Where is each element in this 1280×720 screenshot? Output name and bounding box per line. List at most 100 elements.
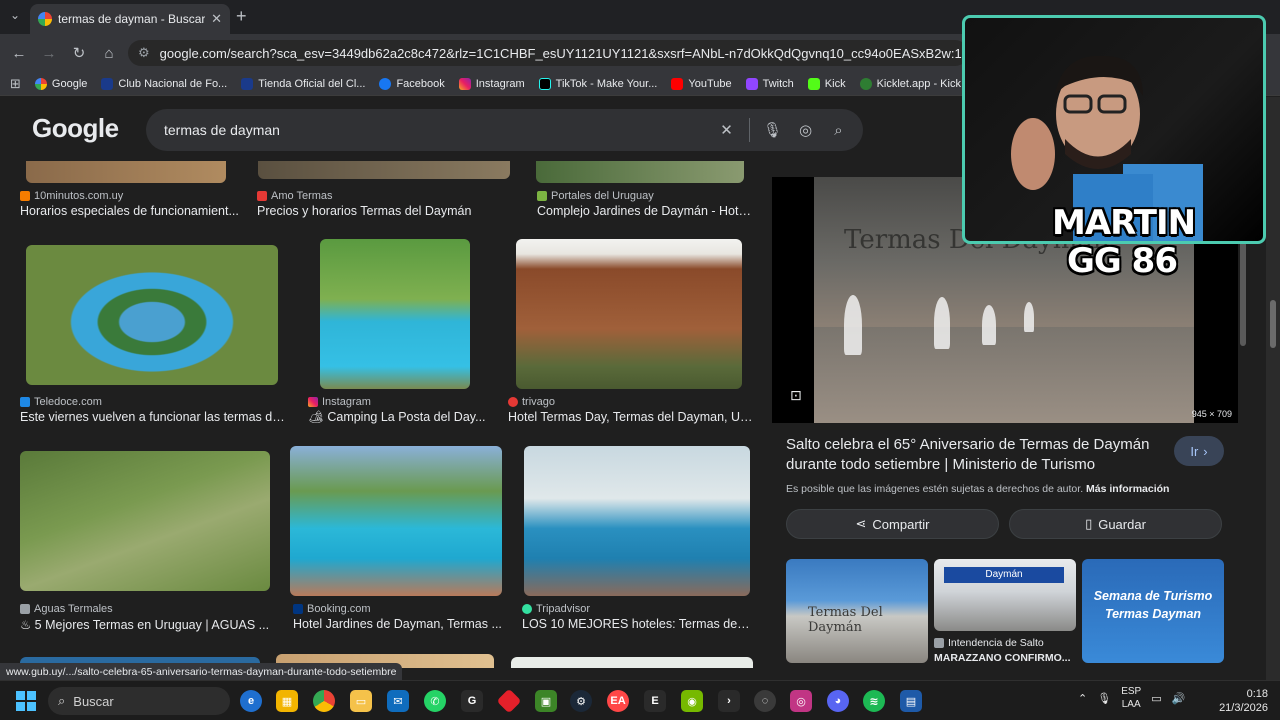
camera-app-icon[interactable]: ◎ — [790, 690, 812, 712]
bookmark-tiktok[interactable]: TikTok - Make Your... — [538, 77, 657, 90]
related-source: Intendencia de Salto — [934, 637, 1044, 649]
display-icon[interactable]: ▭ — [1151, 692, 1161, 705]
edge-icon[interactable]: e — [240, 690, 262, 712]
related-image[interactable]: Daymán — [934, 559, 1076, 631]
discord-icon[interactable]: ◕ — [827, 690, 849, 712]
result-caption[interactable]: Hotel Termas Day, Termas del Dayman, Ur.… — [508, 410, 753, 424]
fountain-jet — [982, 305, 996, 345]
file-explorer-icon[interactable]: ▭ — [350, 690, 372, 712]
search-box[interactable]: termas de dayman ✕ 🎙 ◎ ⌕ — [146, 109, 863, 151]
result-source: Aguas Termales — [20, 603, 113, 615]
reload-icon[interactable]: ↻ — [64, 44, 94, 62]
address-bar[interactable]: ⚙ google.com/search?sca_esv=3449db62a2c8… — [128, 40, 968, 66]
nvidia-icon[interactable]: ◉ — [681, 690, 703, 712]
result-caption[interactable]: LOS 10 MEJORES hoteles: Termas del ... — [522, 617, 752, 631]
bookmark-facebook[interactable]: Facebook — [379, 77, 445, 90]
tab-search-icon[interactable]: ⌄ — [10, 8, 20, 22]
new-tab-icon[interactable]: + — [236, 6, 247, 27]
chrome-icon[interactable] — [313, 690, 335, 712]
image-dimensions: 945 × 709 — [1191, 409, 1232, 419]
chevron-up-icon[interactable]: ⌃ — [1078, 692, 1087, 705]
taskbar-search[interactable]: ⌕ Buscar — [48, 687, 230, 715]
back-icon[interactable]: ← — [4, 45, 34, 62]
lens-search-icon[interactable]: ⊡ — [790, 387, 802, 404]
result-image-hotel[interactable] — [516, 239, 742, 389]
result-caption[interactable]: Complejo Jardines de Daymán - Hote... — [537, 204, 752, 218]
terminal-icon[interactable]: › — [718, 690, 740, 712]
result-image[interactable] — [511, 657, 753, 668]
bookmark-tienda-oficial[interactable]: Tienda Oficial del Cl... — [241, 77, 365, 90]
search-icon[interactable]: ⌕ — [822, 122, 855, 139]
bookmark-kick[interactable]: Kick — [807, 77, 846, 90]
panel-scrollbar[interactable] — [1240, 240, 1246, 346]
outlook-icon[interactable]: ✉ — [387, 690, 409, 712]
source-favicon-icon — [537, 191, 547, 201]
minecraft-icon[interactable]: ▣ — [535, 690, 557, 712]
result-caption[interactable]: Hotel Jardines de Dayman, Termas ... — [293, 617, 503, 631]
result-image[interactable] — [536, 161, 744, 183]
result-source: Tripadvisor — [522, 603, 590, 615]
chevron-right-icon: › — [1203, 443, 1208, 459]
stone-wall — [814, 327, 1194, 423]
page-scrollbar[interactable] — [1266, 97, 1280, 680]
lens-icon[interactable]: ◎ — [789, 121, 822, 139]
whatsapp-icon[interactable]: ✆ — [424, 690, 446, 712]
address-url: google.com/search?sca_esv=3449db62a2c8c4… — [159, 45, 968, 61]
site-info-icon[interactable]: ⚙ — [138, 45, 150, 61]
source-favicon-icon — [20, 191, 30, 201]
save-button[interactable]: ▯ Guardar — [1009, 509, 1222, 539]
microphone-icon[interactable]: 🎙 — [756, 121, 789, 139]
taskbar-clock[interactable]: 0:18 21/3/2026 — [1212, 687, 1268, 715]
streamer-brand-logo: MARTIN GG 86 — [1052, 203, 1196, 281]
result-caption[interactable]: ♨ 5 Mejores Termas en Uruguay | AGUAS ..… — [20, 617, 275, 632]
clear-icon[interactable]: ✕ — [710, 121, 743, 139]
red-diamond-icon[interactable] — [496, 688, 522, 714]
audio-app-icon[interactable]: ◌ — [754, 690, 776, 712]
result-image-indoor-pool[interactable] — [524, 446, 750, 596]
related-image[interactable]: Semana de Turismo Termas Dayman — [1082, 559, 1224, 663]
result-image-aerial-park[interactable] — [20, 451, 270, 591]
result-image[interactable] — [258, 161, 510, 179]
language-indicator[interactable]: ESP LAA — [1121, 685, 1141, 711]
result-image-pool-aerial[interactable] — [26, 245, 278, 385]
google-logo[interactable]: Google — [32, 113, 119, 144]
preview-title[interactable]: Salto celebra el 65° Aniversario de Term… — [786, 435, 1166, 475]
forward-icon[interactable]: → — [34, 45, 64, 62]
bookmark-instagram[interactable]: Instagram — [458, 77, 525, 90]
browser-tab[interactable]: termas de dayman - Buscar con Google ✕ — [30, 4, 230, 34]
related-caption[interactable]: MARAZZANO CONFIRMO... — [934, 652, 1074, 664]
store-icon[interactable]: ▦ — [276, 690, 298, 712]
volume-icon[interactable]: 🔊 — [1172, 692, 1186, 705]
epic-games-icon[interactable]: E — [644, 690, 666, 712]
steam-icon[interactable]: ⚙ — [570, 690, 592, 712]
bookmark-twitch[interactable]: Twitch — [745, 77, 794, 90]
ea-icon[interactable]: EA — [607, 690, 629, 712]
bookmark-google[interactable]: Google — [34, 77, 87, 90]
result-caption[interactable]: Este viernes vuelven a funcionar las ter… — [20, 410, 285, 424]
windows-start-icon[interactable] — [16, 691, 36, 711]
facebook-icon — [379, 77, 392, 90]
result-image[interactable] — [26, 161, 226, 183]
close-tab-icon[interactable]: ✕ — [211, 11, 222, 27]
bookmark-club-nacional[interactable]: Club Nacional de Fo... — [101, 77, 227, 90]
related-image[interactable]: Termas Del Daymán — [786, 559, 928, 663]
bookmark-youtube[interactable]: YouTube — [671, 77, 732, 90]
tiktok-icon — [538, 77, 551, 90]
share-button[interactable]: ⋖ Compartir — [786, 509, 999, 539]
apps-icon[interactable]: ⊞ — [10, 76, 21, 92]
spotify-icon[interactable]: ≋ — [863, 690, 885, 712]
misc-app-icon[interactable]: ▤ — [900, 690, 922, 712]
visit-button[interactable]: Ir › — [1174, 436, 1224, 466]
home-icon[interactable]: ⌂ — [94, 45, 124, 62]
result-caption[interactable]: 🏕 Camping La Posta del Day... — [308, 410, 488, 425]
result-image-hotel-pool[interactable] — [290, 446, 502, 596]
more-info-link[interactable]: Más información — [1086, 483, 1169, 495]
result-image-camping-pool[interactable] — [320, 239, 470, 389]
result-source: Booking.com — [293, 603, 371, 615]
gog-icon[interactable]: G — [461, 690, 483, 712]
result-caption[interactable]: Precios y horarios Termas del Daymán — [257, 204, 497, 218]
microphone-icon[interactable]: 🎙 — [1097, 692, 1111, 705]
search-input[interactable]: termas de dayman — [164, 122, 710, 138]
page-scrollbar-thumb[interactable] — [1270, 300, 1276, 348]
result-caption[interactable]: Horarios especiales de funcionamient... — [20, 204, 240, 218]
